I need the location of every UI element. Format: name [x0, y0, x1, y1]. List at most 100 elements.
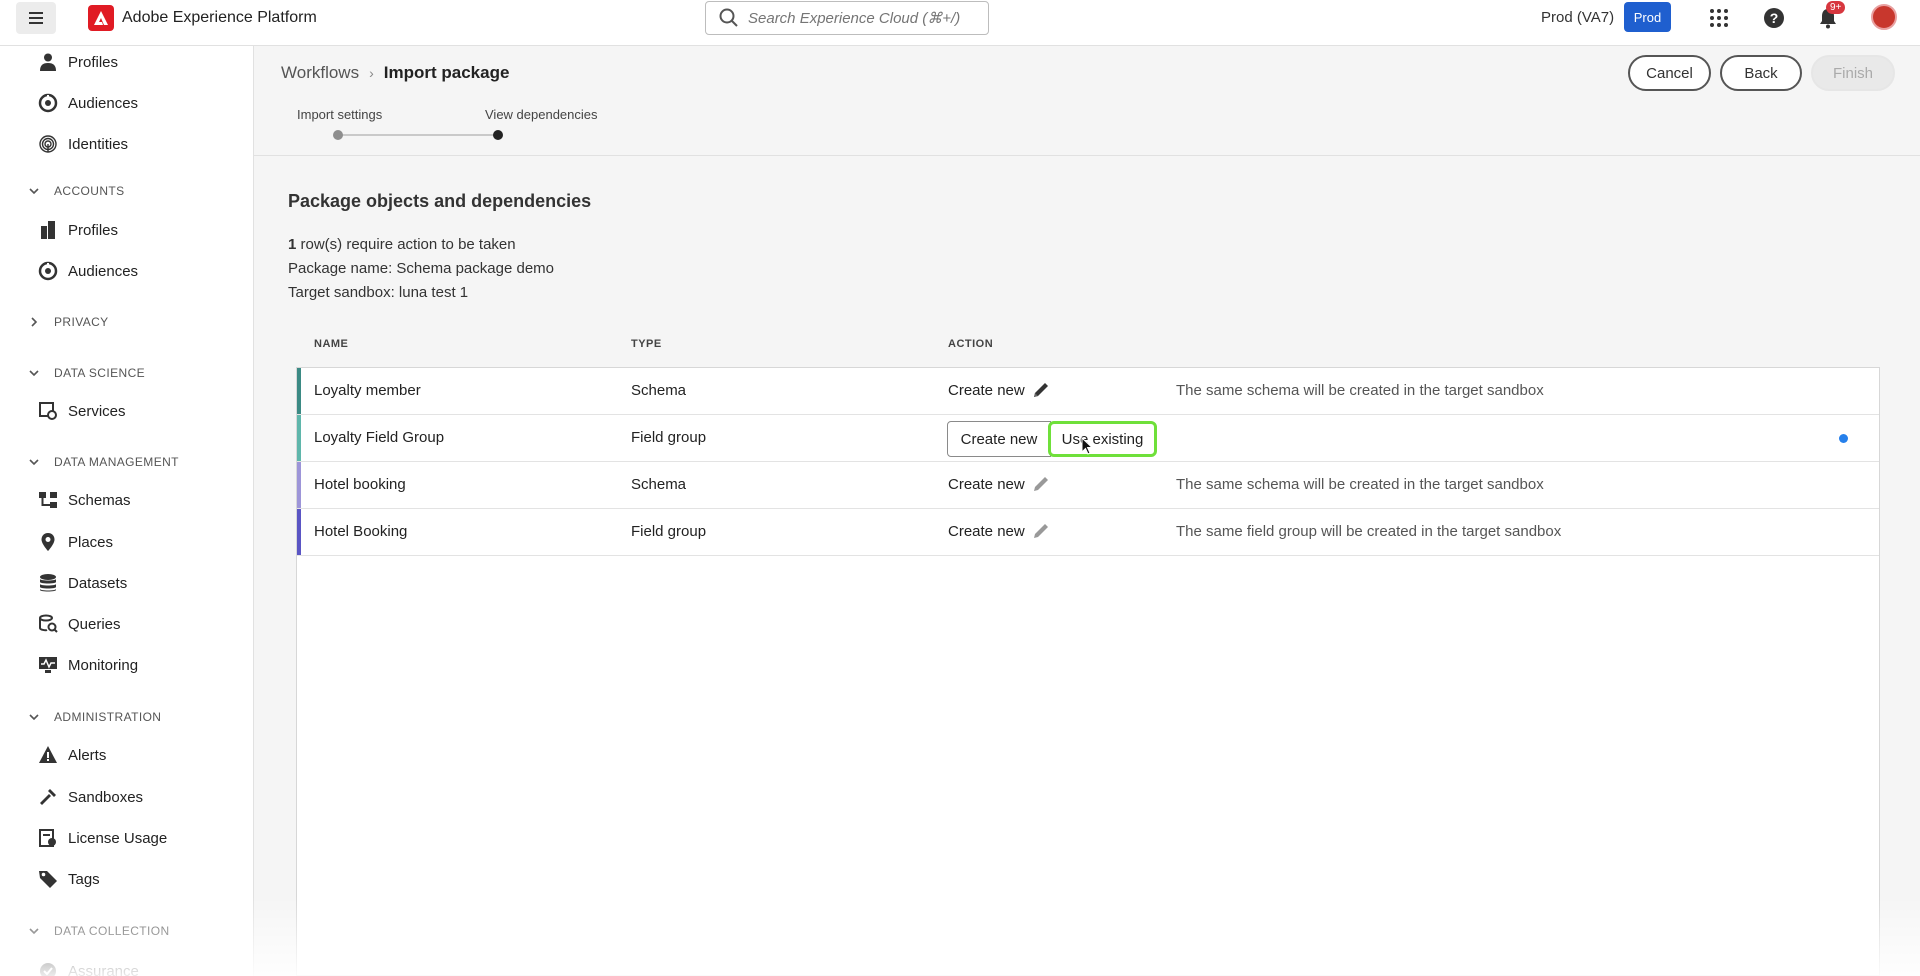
top-bar: Adobe Experience Platform Prod (VA7) Pro… — [0, 0, 1920, 46]
step-import-settings[interactable]: Import settings — [297, 107, 382, 122]
create-new-button[interactable]: Create new — [947, 421, 1051, 457]
sidebar-item-customer-profiles[interactable]: Profiles — [38, 47, 118, 77]
row-name: Loyalty Field Group — [314, 429, 445, 446]
environment-badge[interactable]: Prod — [1624, 2, 1671, 32]
database-icon — [40, 574, 56, 592]
sidebar-section-administration[interactable]: ADMINISTRATION — [28, 706, 161, 728]
sidebar-section-privacy[interactable]: PRIVACY — [28, 311, 109, 333]
rows-required-text: 1 row(s) require action to be taken — [288, 236, 516, 253]
sidebar-item-label: Queries — [68, 615, 121, 633]
query-icon — [39, 614, 58, 633]
sidebar-item-license-usage[interactable]: License Usage — [38, 823, 167, 853]
row-name: Hotel Booking — [314, 523, 408, 540]
sidebar-item-label: Sandboxes — [68, 788, 144, 806]
pencil-icon[interactable] — [1031, 474, 1051, 494]
finish-button[interactable]: Finish — [1811, 55, 1895, 91]
back-button[interactable]: Back — [1720, 55, 1802, 91]
row-action: Create new — [948, 382, 1025, 399]
pin-icon — [41, 533, 55, 551]
search-icon — [719, 8, 738, 27]
sidebar-item-account-profiles[interactable]: Profiles — [38, 215, 118, 245]
step-view-dependencies[interactable]: View dependencies — [485, 107, 598, 122]
search-input[interactable] — [748, 9, 978, 27]
sidebar-item-tags[interactable]: Tags — [38, 864, 100, 894]
sidebar-item-sandboxes[interactable]: Sandboxes — [38, 782, 143, 812]
row-type: Field group — [631, 429, 707, 446]
chevron-down-icon — [29, 928, 39, 935]
table-row[interactable]: Loyalty member Schema Create new The sam… — [297, 368, 1879, 415]
row-action: Create new — [948, 523, 1025, 540]
pencil-icon[interactable] — [1031, 380, 1051, 400]
row-type: Schema — [631, 476, 687, 493]
assurance-icon — [40, 963, 56, 976]
app-title[interactable]: Adobe Experience Platform — [122, 9, 317, 27]
person-icon — [40, 53, 56, 71]
sidebar-item-label: Monitoring — [68, 656, 139, 674]
column-header-name[interactable]: NAME — [314, 338, 348, 350]
main-content: Workflows › Import package Cancel Back F… — [254, 46, 1920, 976]
use-existing-button[interactable]: Use existing — [1048, 421, 1157, 457]
avatar[interactable] — [1871, 4, 1897, 30]
column-header-type[interactable]: TYPE — [631, 338, 662, 350]
sidebar-item-label: Schemas — [68, 491, 131, 509]
table-header: NAME TYPE ACTION — [296, 338, 1880, 358]
sidebar-item-places[interactable]: Places — [38, 527, 113, 557]
sidebar-item-assurance[interactable]: Assurance — [38, 956, 139, 976]
tag-icon — [39, 871, 57, 888]
step-indicator: Import settings View dependencies — [294, 107, 598, 147]
step-dot-completed — [333, 130, 343, 140]
tools-icon — [40, 789, 56, 805]
column-header-action[interactable]: ACTION — [948, 338, 993, 350]
chevron-right-icon — [31, 317, 38, 327]
table-row[interactable]: Loyalty Field Group Field group Create n… — [297, 415, 1879, 462]
breadcrumb-workflows-link[interactable]: Workflows — [281, 63, 359, 83]
sidebar-item-label: Profiles — [68, 221, 119, 239]
status-dot — [1839, 434, 1848, 443]
sidebar-item-label: License Usage — [68, 829, 168, 847]
sidebar-item-schemas[interactable]: Schemas — [38, 485, 131, 515]
fingerprint-icon — [39, 135, 57, 153]
row-action: Create new — [948, 476, 1025, 493]
sidebar-item-label: Alerts — [68, 746, 107, 764]
environment-label[interactable]: Prod (VA7) — [1541, 9, 1614, 26]
sidebar-item-queries[interactable]: Queries — [38, 609, 121, 639]
sidebar-item-datasets[interactable]: Datasets — [38, 568, 127, 598]
apps-grid-icon[interactable] — [1707, 6, 1731, 30]
row-name: Hotel booking — [314, 476, 406, 493]
sidebar-item-services[interactable]: Services — [38, 396, 126, 426]
table-row[interactable]: Hotel Booking Field group Create new The… — [297, 509, 1879, 556]
row-description: The same schema will be created in the t… — [1176, 476, 1544, 493]
sidebar-section-accounts[interactable]: ACCOUNTS — [28, 180, 125, 202]
row-description: The same schema will be created in the t… — [1176, 382, 1544, 399]
target-sandbox-text: Target sandbox: luna test 1 — [288, 284, 469, 301]
breadcrumb: Workflows › Import package — [281, 63, 509, 83]
sidebar-section-data-collection[interactable]: DATA COLLECTION — [28, 920, 170, 942]
table-row[interactable]: Hotel booking Schema Create new The same… — [297, 462, 1879, 509]
search-box[interactable] — [705, 1, 989, 35]
page-header: Workflows › Import package Cancel Back F… — [254, 46, 1920, 156]
help-icon[interactable]: ? — [1762, 6, 1786, 30]
sidebar-item-alerts[interactable]: Alerts — [38, 740, 106, 770]
sidebar-item-identities[interactable]: Identities — [38, 129, 128, 159]
row-type: Field group — [631, 523, 707, 540]
package-name-text: Package name: Schema package demo — [288, 260, 554, 277]
sidebar-item-monitoring[interactable]: Monitoring — [38, 650, 138, 680]
sidebar-item-label: Services — [68, 402, 126, 420]
row-type: Schema — [631, 382, 687, 399]
sidebar-item-label: Profiles — [68, 53, 119, 71]
page-title: Import package — [383, 63, 510, 82]
step-progress-line — [338, 134, 494, 136]
sidebar-item-account-audiences[interactable]: Audiences — [38, 256, 138, 286]
chevron-down-icon — [29, 188, 39, 195]
notification-badge: 9+ — [1826, 1, 1846, 14]
menu-icon[interactable] — [16, 2, 56, 34]
sidebar-item-label: Datasets — [68, 574, 128, 592]
cancel-button[interactable]: Cancel — [1628, 55, 1711, 91]
pencil-icon[interactable] — [1031, 521, 1051, 541]
sidebar-item-customer-audiences[interactable]: Audiences — [38, 88, 138, 118]
sidebar-section-data-management[interactable]: DATA MANAGEMENT — [28, 451, 179, 473]
building-icon — [41, 221, 55, 239]
sidebar-section-data-science[interactable]: DATA SCIENCE — [28, 362, 145, 384]
audiences-icon — [38, 93, 58, 113]
section-title: Package objects and dependencies — [288, 191, 592, 211]
